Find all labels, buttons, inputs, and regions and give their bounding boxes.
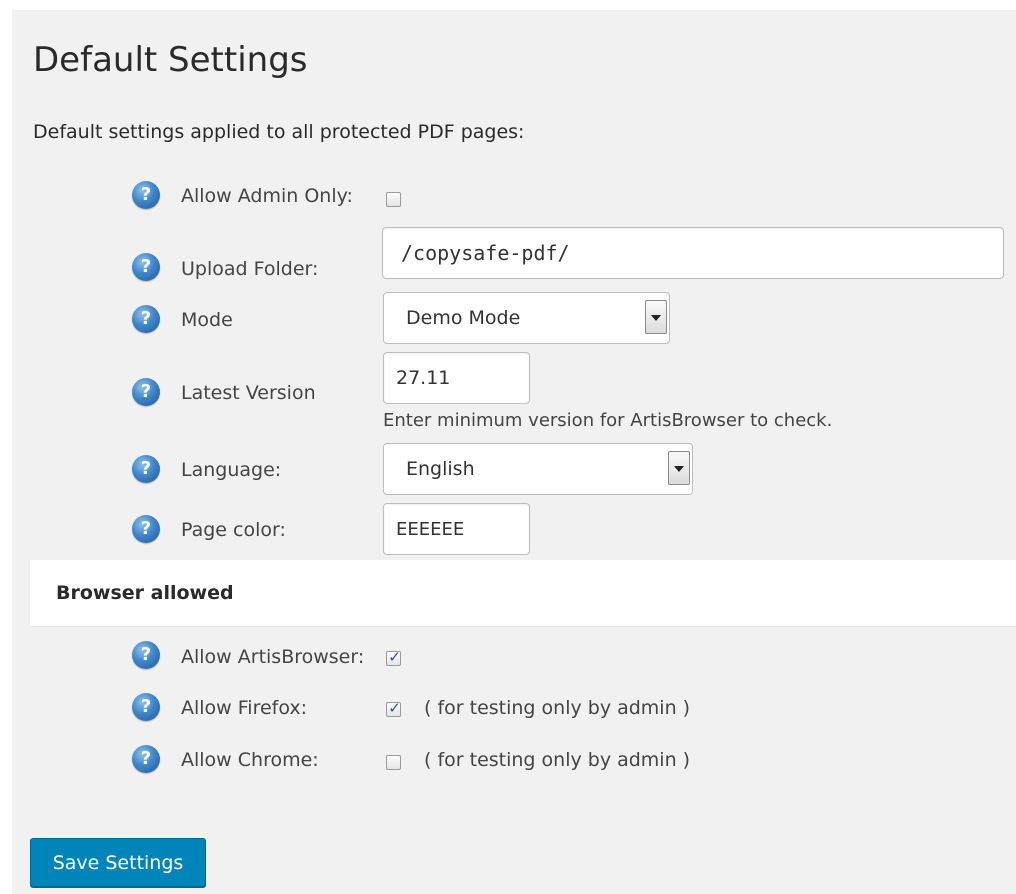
help-icon[interactable]: ? [132,693,160,721]
help-icon[interactable]: ? [132,181,160,209]
save-settings-button[interactable]: Save Settings [30,838,206,887]
allow-firefox-checkbox[interactable]: ✓ [386,699,401,717]
mode-select[interactable]: Demo Mode [383,292,670,344]
firefox-testing-note: ( for testing only by admin ) [424,697,691,719]
allow-artisbrowser-checkbox[interactable]: ✓ [386,648,401,666]
allow-admin-only-label: Allow Admin Only: [181,185,353,207]
language-label: Language: [181,459,282,481]
allow-admin-only-checkbox[interactable] [386,192,401,207]
browser-allowed-section: Browser allowed [30,560,1016,626]
page-color-label: Page color: [181,519,286,541]
checkmark-icon: ✓ [388,648,401,666]
upload-folder-input[interactable]: /copysafe-pdf/ [382,227,1004,279]
chevron-down-icon [674,466,684,472]
mode-dropdown-button[interactable] [645,300,667,334]
browser-allowed-heading: Browser allowed [56,582,234,604]
mode-label: Mode [181,309,233,331]
allow-chrome-checkbox[interactable] [386,755,401,770]
latest-version-hint: Enter minimum version for ArtisBrowser t… [383,410,833,431]
help-icon[interactable]: ? [132,455,160,483]
checkmark-icon: ✓ [388,699,401,717]
upload-folder-label: Upload Folder: [181,258,319,280]
help-icon[interactable]: ? [132,253,160,281]
allow-chrome-label: Allow Chrome: [181,749,319,771]
help-icon[interactable]: ? [132,745,160,773]
latest-version-input[interactable]: 27.11 [383,352,530,404]
chrome-testing-note: ( for testing only by admin ) [424,749,691,771]
help-icon[interactable]: ? [132,305,160,333]
help-icon[interactable]: ? [132,641,160,669]
allow-firefox-label: Allow Firefox: [181,697,308,719]
page-title: Default Settings [33,40,308,80]
latest-version-label: Latest Version [181,382,316,404]
help-icon[interactable]: ? [132,378,160,406]
language-dropdown-button[interactable] [668,451,690,485]
allow-artisbrowser-label: Allow ArtisBrowser: [181,646,365,668]
mode-selected-value: Demo Mode [406,307,521,329]
language-select[interactable]: English [383,443,693,495]
page-color-input[interactable]: EEEEEE [383,503,530,555]
language-selected-value: English [406,458,475,480]
chevron-down-icon [651,315,661,321]
page-subtitle: Default settings applied to all protecte… [33,121,525,143]
help-icon[interactable]: ? [132,515,160,543]
